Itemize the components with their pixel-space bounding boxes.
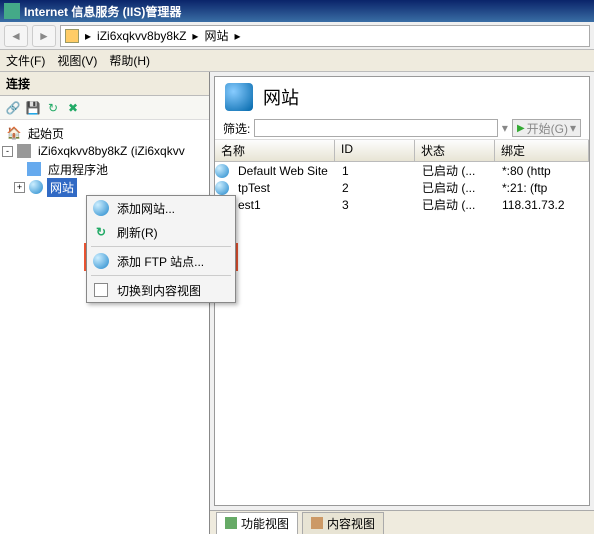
cell-status: 已启动 (...: [416, 179, 496, 196]
filter-row: 筛选: ▾ ▶ 开始(G) ▾: [215, 117, 589, 140]
cell-status: 已启动 (...: [416, 196, 496, 213]
col-status[interactable]: 状态: [415, 140, 495, 161]
connections-pane: 连接 🔗 💾 ↻ ✖ 🏠 起始页 - iZi6xqkvv8by8kZ (iZi6…: [0, 72, 210, 534]
site-icon: [215, 164, 229, 178]
tree-label-server: iZi6xqkvv8by8kZ (iZi6xqkvv: [35, 143, 188, 159]
start-button[interactable]: ▶ 开始(G) ▾: [512, 119, 581, 137]
refresh-icon[interactable]: ↻: [44, 99, 62, 117]
cell-bind: *:21: (ftp: [496, 181, 589, 195]
ctx-content-view-label: 切换到内容视图: [117, 282, 201, 299]
col-name[interactable]: 名称: [215, 140, 335, 161]
forward-button[interactable]: ►: [32, 25, 56, 47]
home-icon: 🏠: [6, 125, 22, 141]
main-pane: 网站 筛选: ▾ ▶ 开始(G) ▾ 名称 ID 状态 绑定: [210, 72, 594, 534]
menu-help[interactable]: 帮助(H): [109, 52, 150, 69]
cell-bind: *:80 (http: [496, 164, 589, 178]
tree-label-start: 起始页: [25, 124, 67, 143]
folder-icon: [65, 29, 79, 43]
grid-body: Default Web Site 1 已启动 (... *:80 (http t…: [215, 162, 589, 213]
cell-name: est1: [232, 198, 336, 212]
cell-name: tpTest: [232, 181, 336, 195]
cell-id: 3: [336, 198, 416, 212]
nav-bar: ◄ ► ▸ iZi6xqkvv8by8kZ ▸ 网站 ▸: [0, 22, 594, 50]
ctx-separator: [91, 275, 231, 276]
apppool-icon: [26, 161, 42, 177]
content-icon: [311, 517, 323, 529]
page-title: 网站: [263, 84, 299, 110]
crumb-sep: ▸: [234, 29, 240, 43]
tree-server-node[interactable]: - iZi6xqkvv8by8kZ (iZi6xqkvv: [2, 142, 207, 160]
tree-label-apppool: 应用程序池: [45, 160, 111, 179]
sites-page-icon: [225, 83, 253, 111]
window-title: Internet 信息服务 (IIS)管理器: [24, 3, 590, 20]
save-icon[interactable]: 💾: [24, 99, 42, 117]
tab-content-view[interactable]: 内容视图: [302, 512, 384, 534]
start-button-label: 开始(G): [527, 120, 568, 137]
crumb-sites[interactable]: 网站: [204, 27, 228, 44]
ctx-add-website[interactable]: 添加网站...: [87, 196, 235, 220]
grid-header: 名称 ID 状态 绑定: [215, 140, 589, 162]
menu-bar: 文件(F) 视图(V) 帮助(H): [0, 50, 594, 72]
site-icon: [215, 181, 229, 195]
tree-sites-node[interactable]: + 网站: [2, 178, 207, 196]
menu-file[interactable]: 文件(F): [6, 52, 45, 69]
connections-toolbar: 🔗 💾 ↻ ✖: [0, 96, 209, 120]
ctx-switch-content-view[interactable]: 切换到内容视图: [87, 278, 235, 302]
expand-toggle[interactable]: +: [14, 182, 25, 193]
table-row[interactable]: Default Web Site 1 已启动 (... *:80 (http: [215, 162, 589, 179]
tab-content-label: 内容视图: [327, 515, 375, 532]
filter-input[interactable]: [254, 119, 498, 137]
window-titlebar: Internet 信息服务 (IIS)管理器: [0, 0, 594, 22]
content-area: 网站 筛选: ▾ ▶ 开始(G) ▾ 名称 ID 状态 绑定: [214, 76, 590, 506]
ctx-refresh-label: 刷新(R): [117, 224, 158, 241]
tree-app-pools[interactable]: 应用程序池: [2, 160, 207, 178]
tab-features-label: 功能视图: [241, 515, 289, 532]
filter-label: 筛选:: [223, 120, 250, 137]
refresh-icon: ↻: [93, 224, 109, 240]
back-button[interactable]: ◄: [4, 25, 28, 47]
ctx-add-website-label: 添加网站...: [117, 200, 175, 217]
tab-features-view[interactable]: 功能视图: [216, 512, 298, 534]
connect-icon[interactable]: 🔗: [4, 99, 22, 117]
filter-dropdown-icon[interactable]: ▾: [502, 121, 508, 135]
col-id[interactable]: ID: [335, 140, 415, 161]
crumb-sep: ▸: [192, 29, 198, 43]
col-bind[interactable]: 绑定: [495, 140, 589, 161]
content-view-icon: [93, 282, 109, 298]
page-header: 网站: [215, 77, 589, 117]
collapse-toggle[interactable]: -: [2, 146, 13, 157]
chevron-down-icon: ▾: [570, 121, 576, 135]
cell-name: Default Web Site: [232, 164, 336, 178]
tree-label-sites: 网站: [47, 178, 77, 197]
features-icon: [225, 517, 237, 529]
crumb-server[interactable]: iZi6xqkvv8by8kZ: [97, 29, 186, 43]
ctx-add-ftp-label: 添加 FTP 站点...: [117, 253, 204, 270]
connections-title: 连接: [0, 72, 209, 96]
cell-bind: 118.31.73.2: [496, 198, 589, 212]
globe-icon: [93, 200, 109, 216]
server-icon: [16, 143, 32, 159]
ctx-refresh[interactable]: ↻ 刷新(R): [87, 220, 235, 244]
ctx-separator: [91, 246, 231, 247]
menu-view[interactable]: 视图(V): [57, 52, 97, 69]
tree-start-page[interactable]: 🏠 起始页: [2, 124, 207, 142]
view-tabs: 功能视图 内容视图: [210, 510, 594, 534]
stop-icon[interactable]: ✖: [64, 99, 82, 117]
connections-tree: 🏠 起始页 - iZi6xqkvv8by8kZ (iZi6xqkvv 应用程序池…: [0, 120, 209, 534]
app-icon: [4, 3, 20, 19]
play-icon: ▶: [517, 123, 525, 134]
crumb-sep: ▸: [85, 29, 91, 43]
table-row[interactable]: est1 3 已启动 (... 118.31.73.2: [215, 196, 589, 213]
cell-status: 已启动 (...: [416, 162, 496, 179]
cell-id: 1: [336, 164, 416, 178]
context-menu: 添加网站... ↻ 刷新(R) 添加 FTP 站点... 切换到内容视图: [86, 195, 236, 303]
cell-id: 2: [336, 181, 416, 195]
sites-icon: [28, 179, 44, 195]
sites-grid: 名称 ID 状态 绑定 Default Web Site 1 已启动 (... …: [215, 140, 589, 505]
breadcrumb[interactable]: ▸ iZi6xqkvv8by8kZ ▸ 网站 ▸: [60, 25, 590, 47]
globe-icon: [93, 253, 109, 269]
ctx-add-ftp-site[interactable]: 添加 FTP 站点...: [87, 249, 235, 273]
table-row[interactable]: tpTest 2 已启动 (... *:21: (ftp: [215, 179, 589, 196]
